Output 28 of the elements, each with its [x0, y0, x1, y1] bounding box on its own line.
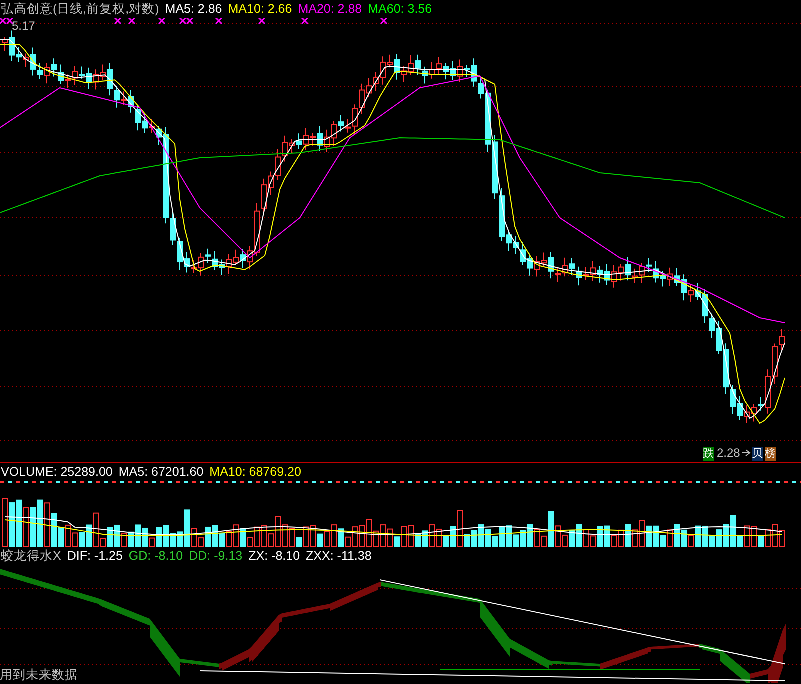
signal-badge: 榜 [765, 447, 776, 462]
signal-badge: 贝 [752, 447, 763, 462]
signal-badge: 跌 [703, 447, 714, 462]
indicator-value: ZX: -8.10 [248, 550, 300, 562]
indicator-value: MA10: 68769.20 [210, 466, 302, 478]
x-mark-icon [380, 18, 388, 25]
indicator-name: 蛟龙得水X [1, 550, 62, 562]
indicator-value: MA10: 2.66 [228, 2, 292, 16]
chart-title: 弘高创意(日线,前复权,对数) [1, 2, 160, 16]
x-mark-icon [258, 18, 266, 25]
indicator-value: DIF: -1.25 [67, 550, 123, 562]
x-mark-icon [301, 18, 309, 25]
x-mark-icon [114, 18, 122, 25]
indicator-value: DD: -9.13 [189, 550, 243, 562]
indicator-value: MA20: 2.88 [298, 2, 362, 16]
indicator-value: MA5: 2.86 [165, 2, 222, 16]
indicator-value: ZXX: -11.38 [306, 550, 372, 562]
indicator-value: MA60: 3.56 [368, 2, 432, 16]
indicator-value: MA5: 67201.60 [118, 466, 204, 478]
footer-note: 用到未来数据 [0, 668, 78, 681]
indicator-value: VOLUME: 25289.00 [1, 466, 113, 478]
x-mark-icon [158, 18, 166, 25]
x-mark-icon [215, 18, 223, 25]
indicator-value: GD: -8.10 [128, 550, 184, 562]
x-mark-icon [128, 18, 136, 25]
high-price-label: 5.17 [12, 20, 36, 32]
arrow-icon [742, 450, 751, 456]
low-price-label: 2.28 [717, 447, 740, 459]
